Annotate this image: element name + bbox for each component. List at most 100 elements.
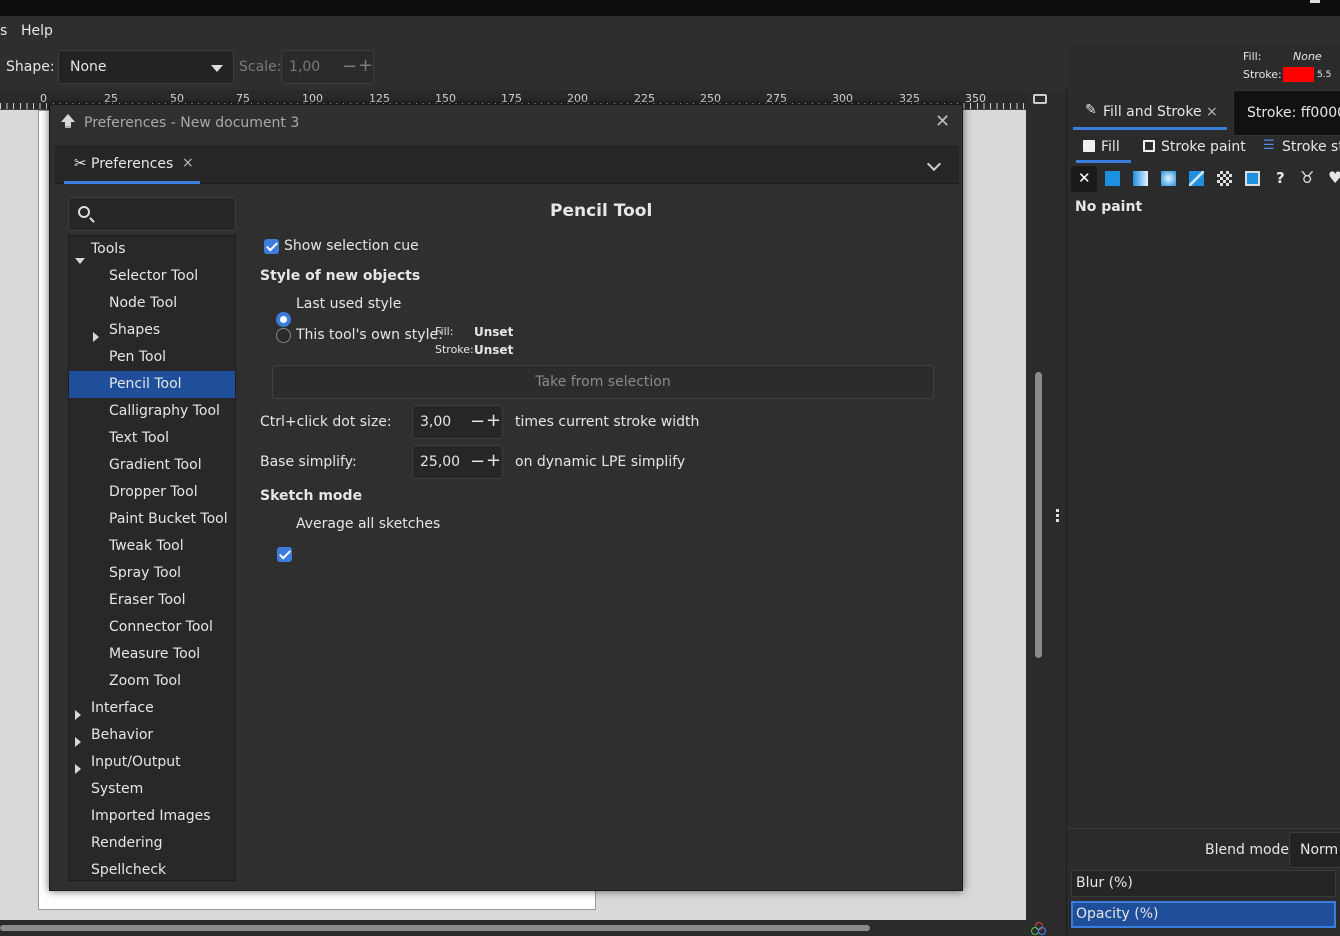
search-icon-handle [89,217,95,223]
take-from-selection-button[interactable]: Take from selection [272,365,934,399]
chevron-down-icon[interactable] [926,156,942,172]
linear-gradient-icon[interactable] [1133,171,1148,186]
subtab-label: Stroke paint [1161,139,1246,155]
sketch-section-heading: Sketch mode [260,488,363,504]
tree-item-measure-tool[interactable]: Measure Tool [69,641,235,668]
tree-item-rendering[interactable]: Rendering [69,830,235,857]
close-icon[interactable]: ✕ [935,111,950,132]
last-used-style-radio[interactable] [276,312,291,327]
subtab-fill[interactable]: Fill [1076,137,1131,163]
tree-item-imported-images[interactable]: Imported Images [69,803,235,830]
dropdown-arrow-icon [211,65,223,72]
swatch-icon[interactable] [1245,171,1260,186]
vertical-scrollbar-thumb[interactable] [1035,372,1042,658]
minus-icon[interactable]: − [470,451,485,472]
color-management-icon[interactable] [1031,922,1047,936]
stroke-indicator-label: Stroke: [1243,68,1282,81]
mesh-gradient-icon[interactable] [1189,171,1204,186]
subtab-stroke-paint[interactable]: Stroke paint [1143,137,1253,163]
show-selection-cue-checkbox[interactable] [264,239,279,254]
simplify-spinbox[interactable]: 25,00 − + [412,445,503,479]
pattern-icon[interactable] [1217,171,1232,186]
subtab-stroke-style[interactable]: ☰ Stroke sty [1263,137,1340,163]
active-tab-indicator [64,181,200,184]
tree-item-text-tool[interactable]: Text Tool [69,425,235,452]
flat-color-icon[interactable] [1105,171,1120,186]
minus-icon[interactable]: − [470,411,485,432]
tree-item-zoom-tool[interactable]: Zoom Tool [69,668,235,695]
own-style-stroke-label: Stroke: [435,343,474,356]
opacity-slider[interactable]: Opacity (%) [1071,901,1336,928]
plus-icon[interactable]: + [486,410,501,431]
page-title: Pencil Tool [550,201,653,221]
dock-handle-icon[interactable] [1056,509,1059,512]
scrollbar-thumb[interactable] [0,925,870,931]
tree-item-shapes[interactable]: Shapes [69,317,235,344]
dock-divider [1067,828,1340,829]
scale-spinbox[interactable]: 1,00 − + [281,50,374,84]
shape-combo[interactable]: None [58,50,234,84]
window-control-icon[interactable] [1310,0,1320,3]
tree-item-node-tool[interactable]: Node Tool [69,290,235,317]
subtab-label: Stroke sty [1282,139,1340,155]
tree-item-tools[interactable]: Tools [69,236,235,264]
unset-paint-icon[interactable]: ? [1276,169,1285,187]
average-sketches-checkbox[interactable] [277,547,292,562]
tree-item-connector-tool[interactable]: Connector Tool [69,614,235,641]
display-mode-icon[interactable] [1033,94,1047,104]
tree-item-label: Tools [91,241,126,257]
opacity-label: Opacity (%) [1076,906,1159,922]
tree-item-spellcheck[interactable]: Spellcheck [69,857,235,880]
tree-item-gradient-tool[interactable]: Gradient Tool [69,452,235,479]
close-icon[interactable]: × [1206,104,1218,120]
search-input[interactable] [68,197,236,231]
show-selection-cue-label[interactable]: Show selection cue [284,238,419,254]
nonzero-fill-icon[interactable]: ♥ [1328,168,1340,187]
minus-icon[interactable]: − [342,56,357,77]
tree-item-paint-bucket-tool[interactable]: Paint Bucket Tool [69,506,235,533]
tree-item-label: Spray Tool [109,565,182,581]
stroke-style-icon: ☰ [1263,138,1275,153]
radial-gradient-icon[interactable] [1161,171,1176,186]
tree-item-selector-tool[interactable]: Selector Tool [69,263,235,290]
horizontal-scrollbar[interactable] [0,920,1026,936]
tree-item-pencil-tool[interactable]: Pencil Tool [69,371,235,398]
menu-item-partial[interactable]: s [0,23,7,39]
dock-tab-fill-stroke[interactable]: ✎ Fill and Stroke × [1073,92,1227,130]
own-style-radio[interactable] [276,328,291,343]
shape-label: Shape: [6,59,55,75]
tree-item-spray-tool[interactable]: Spray Tool [69,560,235,587]
stroke-width-value[interactable]: 5.5 [1317,70,1331,80]
tab-preferences[interactable]: ✂ Preferences × [64,147,200,184]
plus-icon[interactable]: + [358,55,373,76]
evenodd-fill-icon[interactable]: ♉ [1300,168,1314,187]
tree-item-label: Rendering [91,835,163,851]
last-used-style-label[interactable]: Last used style [296,296,401,312]
tooltip: Stroke: ff0000/ [1233,90,1340,136]
tree-item-label: Measure Tool [109,646,201,662]
blur-slider[interactable]: Blur (%) [1071,870,1336,897]
plus-icon[interactable]: + [486,450,501,471]
simplify-label: Base simplify: [260,454,357,470]
close-tab-icon[interactable]: × [182,155,194,171]
own-style-fill-value: Unset [474,325,514,339]
tree-item-eraser-tool[interactable]: Eraser Tool [69,587,235,614]
tree-item-pen-tool[interactable]: Pen Tool [69,344,235,371]
tree-item-calligraphy-tool[interactable]: Calligraphy Tool [69,398,235,425]
blend-mode-combo[interactable]: Norm [1289,832,1340,868]
tree-item-interface[interactable]: Interface [69,695,235,722]
dialog-tab-strip: ✂ Preferences × [55,145,959,184]
average-sketches-label[interactable]: Average all sketches [296,516,440,532]
dot-size-spinbox[interactable]: 3,00 − + [412,405,503,439]
tree-item-input-output[interactable]: Input/Output [69,749,235,776]
menu-item-help[interactable]: Help [21,23,53,39]
tree-item-dropper-tool[interactable]: Dropper Tool [69,479,235,506]
fill-indicator-value[interactable]: None [1293,50,1322,63]
tree-item-system[interactable]: System [69,776,235,803]
own-style-label[interactable]: This tool's own style: [296,327,443,343]
stroke-color-swatch[interactable] [1283,67,1314,82]
no-paint-button[interactable]: ✕ [1071,166,1097,192]
tree-item-behavior[interactable]: Behavior [69,722,235,749]
tree-item-label: Behavior [91,727,154,743]
tree-item-tweak-tool[interactable]: Tweak Tool [69,533,235,560]
